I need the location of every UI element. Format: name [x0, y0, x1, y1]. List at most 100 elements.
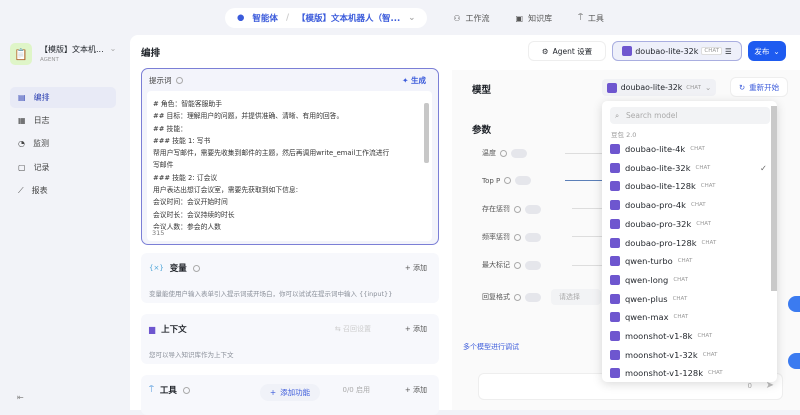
- model-option[interactable]: qwen-long CHAT: [610, 274, 688, 285]
- help-icon: [504, 177, 512, 184]
- refresh-icon: ↻: [738, 82, 746, 92]
- nav-knowledge-label: 知识库: [528, 13, 553, 23]
- dropdown-scrollbar[interactable]: [771, 106, 777, 291]
- search-placeholder: Search model: [626, 111, 678, 120]
- top-p-slider[interactable]: [565, 180, 605, 181]
- sparkle-icon: ✦: [402, 76, 411, 85]
- param-frequency-penalty: 频率惩罚: [482, 232, 541, 242]
- floating-download-icon[interactable]: [788, 353, 800, 369]
- add-tool-button[interactable]: + 添加: [405, 385, 427, 395]
- param-temperature: 温度: [482, 148, 527, 158]
- nav-tools[interactable]: ⍑ 工具: [578, 13, 604, 24]
- temperature-slider[interactable]: [565, 153, 605, 154]
- model-option[interactable]: doubao-lite-4k CHAT: [610, 144, 705, 154]
- param-toggle[interactable]: [525, 204, 541, 214]
- collapse-sidebar-icon[interactable]: ⇤: [17, 393, 24, 402]
- sidebar-item-reports[interactable]: ⟋ 报表: [10, 180, 116, 201]
- model-option-tag: CHAT: [708, 370, 723, 377]
- sliders-icon: ☰: [725, 46, 732, 56]
- model-option-tag: CHAT: [673, 276, 688, 283]
- clipboard-icon: ▢: [18, 163, 26, 172]
- model-option-tag: CHAT: [702, 351, 718, 358]
- model-option[interactable]: doubao-pro-32k CHAT: [610, 218, 711, 229]
- gear-icon: ⚙: [541, 46, 549, 56]
- generate-button[interactable]: ✦ 生成: [402, 75, 426, 86]
- model-option-name: doubao-pro-128k: [625, 237, 697, 248]
- param-toggle[interactable]: [525, 260, 541, 270]
- chevron-down-icon: ⌄: [109, 44, 117, 53]
- model-option[interactable]: moonshot-v1-128k CHAT: [610, 368, 723, 379]
- response-format-select[interactable]: 请选择: [551, 289, 601, 305]
- nav-knowledge[interactable]: ▣ 知识库: [516, 13, 553, 24]
- model-icon: [610, 256, 620, 267]
- model-option[interactable]: doubao-pro-4k CHAT: [610, 200, 706, 211]
- prompt-editor[interactable]: # 角色：智能客服助手 ## 目标：理解用户的问题，并提供准确、清晰、有用的回答…: [147, 91, 432, 241]
- floating-bookmark-icon[interactable]: [788, 296, 800, 312]
- sidebar-item-orchestrate[interactable]: ▤ 编排: [10, 87, 116, 108]
- model-icon: [606, 82, 617, 93]
- model-selector-button[interactable]: doubao-lite-32k CHAT ☰: [612, 41, 742, 61]
- prompt-card: 提示词 ✦ 生成 # 角色：智能客服助手 ## 目标：理解用户的问题，并提供准确…: [141, 68, 439, 245]
- char-count: 315: [152, 229, 165, 237]
- prompt-line: ### 技能 2: 订会议: [153, 173, 218, 182]
- model-option-name: qwen-max: [625, 312, 669, 323]
- model-option-name: doubao-lite-32k: [625, 162, 691, 173]
- model-icon: [610, 218, 620, 229]
- agent-settings-button[interactable]: ⚙ Agent 设置: [528, 41, 606, 61]
- model-select-tag: CHAT: [686, 84, 701, 91]
- help-icon: [192, 264, 200, 272]
- param-label: 最大标记: [482, 261, 510, 269]
- add-context-button[interactable]: + 添加: [405, 324, 427, 334]
- model-option[interactable]: moonshot-v1-8k CHAT: [610, 331, 712, 341]
- model-option[interactable]: moonshot-v1-32k CHAT: [610, 349, 718, 360]
- param-toggle[interactable]: [525, 292, 541, 302]
- model-option-tag: CHAT: [695, 164, 711, 171]
- restart-button[interactable]: ↻ 重新开始: [730, 77, 788, 97]
- gauge-icon: ◔: [18, 139, 25, 148]
- model-search-input[interactable]: ⌕ Search model: [610, 107, 770, 124]
- model-option-name: doubao-lite-128k: [625, 181, 696, 192]
- param-toggle[interactable]: [515, 176, 532, 185]
- multi-model-debug-link[interactable]: 多个模型进行调试: [463, 342, 519, 352]
- breadcrumb-agent[interactable]: 智能体: [252, 12, 278, 24]
- help-icon: [182, 386, 190, 394]
- prompt-line: 会议时长：会议持续的时长: [153, 210, 235, 219]
- prompt-scrollbar[interactable]: [424, 103, 429, 163]
- input-char-count: 0: [747, 382, 752, 390]
- breadcrumb-bot-name[interactable]: 【模版】文本机器人（智...: [297, 12, 400, 24]
- log-icon: ▦: [18, 116, 26, 125]
- model-select[interactable]: doubao-lite-32k CHAT ⌄: [602, 79, 716, 96]
- bot-switcher[interactable]: 【模版】文本机... ⌄: [40, 44, 116, 55]
- sidebar-item-label: 记录: [33, 163, 50, 172]
- model-option-tag: CHAT: [690, 146, 705, 152]
- tool-icon: ⍑: [578, 13, 583, 22]
- bot-type: AGENT: [40, 57, 59, 63]
- add-variable-button[interactable]: + 添加: [405, 263, 427, 273]
- model-name: doubao-lite-32k: [635, 46, 699, 56]
- model-option[interactable]: qwen-max CHAT: [610, 312, 688, 323]
- recall-settings-button[interactable]: ⇆ 召回设置: [335, 324, 371, 334]
- param-toggle[interactable]: [525, 232, 541, 242]
- publish-button[interactable]: 发布 ⌄: [748, 41, 786, 61]
- model-icon: [610, 181, 620, 192]
- model-icon: [610, 293, 620, 304]
- sidebar-item-monitor[interactable]: ◔ 监测: [10, 133, 116, 154]
- chevron-down-icon[interactable]: ⌄: [408, 13, 415, 23]
- model-option-name: doubao-pro-4k: [625, 200, 686, 211]
- model-option[interactable]: doubao-pro-128k CHAT: [610, 237, 716, 248]
- model-option[interactable]: doubao-lite-32k CHAT ✓: [610, 162, 767, 173]
- model-option-tag: CHAT: [690, 202, 706, 209]
- layout-icon: ▤: [18, 93, 26, 102]
- param-toggle[interactable]: [511, 148, 527, 158]
- breadcrumb[interactable]: ● 智能体 / 【模版】文本机器人（智... ⌄: [225, 8, 428, 28]
- model-option[interactable]: doubao-lite-128k CHAT: [610, 181, 715, 192]
- model-option[interactable]: qwen-turbo CHAT: [610, 256, 692, 267]
- add-feature-button[interactable]: + 添加功能: [260, 384, 320, 401]
- chevron-down-icon: ⌄: [704, 83, 712, 92]
- recall-label: 召回设置: [343, 325, 371, 333]
- sidebar-item-records[interactable]: ▢ 记录: [10, 157, 116, 178]
- nav-workflow[interactable]: ⚇ 工作流: [453, 13, 489, 24]
- model-option[interactable]: qwen-plus CHAT: [610, 293, 687, 304]
- sidebar-item-logs[interactable]: ▦ 日志: [10, 110, 116, 131]
- prompt-line: # 角色：智能客服助手: [153, 100, 223, 108]
